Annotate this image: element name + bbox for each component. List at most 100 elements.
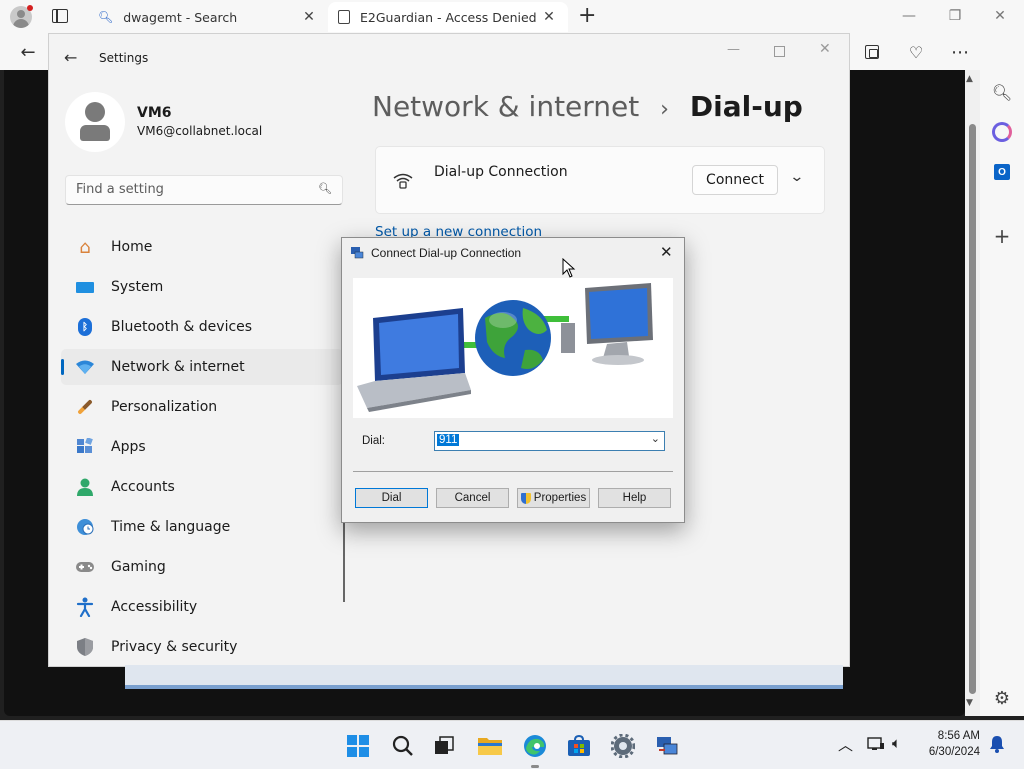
scroll-up-arrow-icon[interactable]: ▲ [966, 74, 973, 84]
nav-item-accounts[interactable]: Accounts [61, 469, 343, 505]
nav-item-bluetooth[interactable]: ᛒ Bluetooth & devices [61, 309, 343, 345]
shield-icon [74, 636, 96, 658]
nav-label: Personalization [111, 399, 218, 415]
user-avatar [65, 92, 125, 152]
start-windows-icon[interactable] [342, 730, 374, 762]
nav-label: Home [111, 239, 153, 255]
nav-item-apps[interactable]: Apps [61, 429, 343, 465]
nav-item-home[interactable]: ⌂ Home [61, 229, 343, 265]
more-options-icon[interactable]: ⋯ [946, 38, 974, 66]
nav-item-privacy[interactable]: Privacy & security [61, 629, 343, 665]
settings-maximize-button[interactable] [774, 46, 785, 57]
nav-item-accessibility[interactable]: Accessibility [61, 589, 343, 625]
nav-label: Accounts [111, 479, 175, 495]
nav-label: Apps [111, 439, 146, 455]
nav-item-time-language[interactable]: Time & language [61, 509, 343, 545]
gamepad-icon [74, 556, 96, 578]
notification-dot [27, 5, 33, 11]
minimize-button[interactable]: — [894, 6, 924, 26]
bluetooth-icon: ᛒ [74, 316, 96, 338]
chevron-down-icon[interactable]: ⌄ [789, 169, 804, 185]
dial-number-value: 911 [437, 434, 460, 446]
apps-icon [74, 436, 96, 458]
page-title: Dial-up [689, 90, 803, 123]
cancel-button[interactable]: Cancel [436, 488, 509, 508]
account-icon [74, 476, 96, 498]
microsoft-store-icon[interactable] [563, 730, 595, 762]
clock-date[interactable]: 6/30/2024 [922, 746, 980, 758]
close-tab-icon[interactable]: ✕ [300, 9, 318, 25]
nav-item-network[interactable]: Network & internet [61, 349, 343, 385]
new-tab-button[interactable]: + [578, 3, 596, 28]
close-tab-icon[interactable]: ✕ [540, 9, 558, 25]
accessibility-icon [74, 596, 96, 618]
dial-up-icon [392, 171, 414, 195]
properties-button[interactable]: Properties [517, 488, 590, 508]
connect-button[interactable]: Connect [692, 165, 778, 195]
nav-item-gaming[interactable]: Gaming [61, 549, 343, 585]
copilot-sidebar-icon[interactable] [990, 120, 1014, 144]
tab-actions-icon[interactable] [52, 9, 68, 23]
settings-back-arrow-icon[interactable]: ← [64, 48, 77, 67]
properties-label: Properties [533, 492, 587, 504]
tab-search[interactable]: 🔍︎ dwagemt - Search ✕ [88, 2, 328, 32]
sidebar-settings-gear-icon[interactable]: ⚙ [990, 686, 1014, 710]
add-sidebar-app-icon[interactable]: + [990, 224, 1014, 248]
browser-tab-bar: 🔍︎ dwagemt - Search ✕ E2Guardian - Acces… [0, 0, 1024, 34]
taskbar-search-icon[interactable] [387, 730, 419, 762]
content-divider [343, 522, 345, 602]
settings-close-button[interactable]: ✕ [819, 41, 831, 57]
settings-minimize-button[interactable]: — [727, 42, 740, 57]
dial-label: Dial: [362, 435, 386, 447]
collections-icon[interactable] [858, 38, 886, 66]
nav-label: Time & language [111, 519, 231, 535]
search-icon: 🔍︎ [98, 10, 114, 24]
search-input-placeholder: Find a setting [76, 182, 164, 197]
close-button[interactable]: ✕ [985, 6, 1015, 26]
scrollbar-thumb[interactable] [969, 124, 976, 694]
search-icon[interactable]: 🔍︎ [990, 80, 1014, 104]
dial-button[interactable]: Dial [355, 488, 428, 508]
browser-essentials-icon[interactable]: ♡ [902, 38, 930, 66]
network-status-icon[interactable] [867, 736, 885, 756]
settings-gear-icon[interactable] [607, 730, 639, 762]
breadcrumb-parent[interactable]: Network & internet [372, 90, 639, 123]
outlook-icon[interactable]: O [990, 160, 1014, 184]
globe-clock-icon [74, 516, 96, 538]
tab-access-denied[interactable]: E2Guardian - Access Denied ✕ [328, 2, 568, 32]
wifi-icon [74, 356, 96, 378]
find-setting-search-box[interactable]: Find a setting 🔍︎ [65, 175, 343, 205]
laptop-globe-computer-image [357, 283, 653, 412]
breadcrumb: Network & internet › Dial-up [372, 90, 803, 123]
nav-label: System [111, 279, 164, 295]
windows-taskbar: ︿ 🔈︎ 8:56 AM 6/30/2024 [0, 720, 1024, 769]
connection-name: Dial-up Connection [434, 164, 568, 180]
task-view-icon[interactable] [428, 730, 460, 762]
file-explorer-icon[interactable] [474, 730, 506, 762]
help-button[interactable]: Help [598, 488, 671, 508]
dial-number-combobox[interactable]: 911 ⌄ [434, 431, 665, 451]
dial-up-taskbar-icon[interactable] [651, 730, 683, 762]
nav-item-system[interactable]: System [61, 269, 343, 305]
notification-bell-icon[interactable] [989, 735, 1005, 757]
user-name: VM6 [137, 105, 172, 121]
restore-button[interactable]: ❐ [940, 6, 970, 26]
dialog-close-button[interactable]: ✕ [660, 243, 673, 261]
brush-icon [74, 396, 96, 418]
show-hidden-icons-chevron[interactable]: ︿ [838, 734, 853, 755]
edge-browser-icon[interactable] [519, 730, 551, 762]
page-icon [338, 10, 350, 24]
volume-icon[interactable]: 🔈︎ [892, 734, 901, 752]
nav-label: Network & internet [111, 359, 245, 375]
clock-time[interactable]: 8:56 AM [930, 730, 980, 742]
back-arrow-icon[interactable]: ← [14, 38, 42, 66]
nav-item-personalization[interactable]: Personalization [61, 389, 343, 425]
breadcrumb-separator: › [660, 97, 669, 122]
selected-indicator [61, 359, 64, 375]
dropdown-chevron-icon[interactable]: ⌄ [651, 432, 660, 445]
nav-label: Accessibility [111, 599, 198, 615]
scroll-down-arrow-icon[interactable]: ▼ [966, 698, 973, 708]
mouse-cursor-icon [562, 257, 576, 282]
nav-label: Privacy & security [111, 639, 238, 655]
connection-illustration [353, 278, 673, 418]
